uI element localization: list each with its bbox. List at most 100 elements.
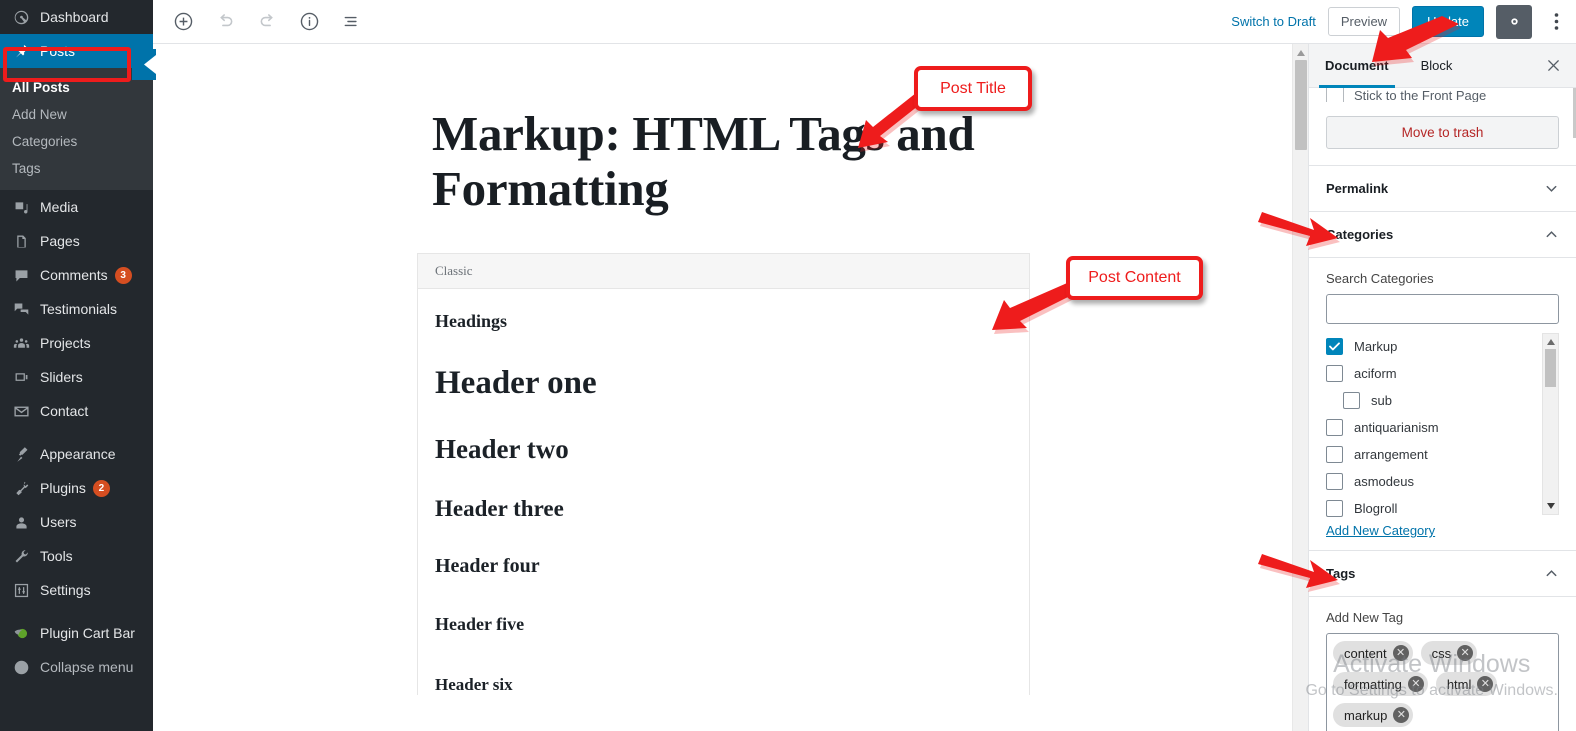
remove-tag-icon[interactable]: ✕ — [1477, 676, 1494, 692]
permalink-accordion[interactable]: Permalink — [1309, 166, 1576, 212]
search-categories-input[interactable] — [1326, 294, 1559, 324]
close-icon[interactable] — [1542, 55, 1564, 77]
redo-icon[interactable] — [251, 6, 283, 38]
search-categories-label: Search Categories — [1326, 271, 1434, 286]
submenu-item-all-posts[interactable]: All Posts — [0, 74, 153, 101]
category-checkbox-arrangement[interactable] — [1326, 446, 1343, 463]
remove-tag-icon[interactable]: ✕ — [1393, 707, 1410, 723]
sidebar-item-appearance[interactable]: Appearance — [0, 437, 153, 471]
classic-block[interactable]: Classic Headings Header one Header two H… — [417, 252, 1030, 695]
category-row-aciform[interactable]: aciform — [1326, 360, 1542, 387]
move-to-trash-button[interactable]: Move to trash — [1326, 116, 1559, 149]
gear-icon[interactable] — [1496, 4, 1532, 39]
projects-icon — [10, 333, 32, 353]
category-checkbox-sub[interactable] — [1343, 392, 1360, 409]
categories-scrollbar-thumb[interactable] — [1545, 349, 1556, 387]
stick-to-front-page-checkbox[interactable] — [1326, 88, 1344, 102]
tags-label: Tags — [1326, 566, 1356, 581]
sidebar-item-label: Plugins — [40, 480, 86, 496]
sidebar-item-contact[interactable]: Contact — [0, 394, 153, 428]
tab-document[interactable]: Document — [1309, 44, 1405, 88]
dashboard-icon — [10, 7, 32, 27]
sidebar-item-projects[interactable]: Projects — [0, 326, 153, 360]
sidebar-item-media[interactable]: Media — [0, 190, 153, 224]
add-new-tag-label: Add New Tag — [1326, 610, 1404, 625]
category-row-markup[interactable]: Markup — [1326, 333, 1542, 360]
category-checkbox-markup[interactable] — [1326, 338, 1343, 355]
categories-label: Categories — [1326, 227, 1394, 242]
categories-scroll-up-icon[interactable] — [1543, 336, 1558, 348]
remove-tag-icon[interactable]: ✕ — [1457, 645, 1474, 661]
sidebar-item-collapse-menu[interactable]: Collapse menu — [0, 650, 153, 684]
content-line-header-four: Header four — [435, 554, 540, 577]
tab-block[interactable]: Block — [1405, 44, 1469, 88]
tools-icon — [10, 546, 32, 566]
sidebar-item-tools[interactable]: Tools — [0, 539, 153, 573]
post-title-field[interactable]: Markup: HTML Tags and Formatting — [432, 106, 1032, 217]
categories-items: Markup aciform sub antiquarianism arrang… — [1326, 333, 1542, 517]
info-icon[interactable] — [293, 6, 325, 38]
editor-canvas[interactable]: Markup: HTML Tags and Formatting Classic… — [153, 44, 1292, 731]
tag-chip-formatting[interactable]: formatting ✕ — [1333, 672, 1428, 696]
sidebar-item-pages[interactable]: Pages — [0, 224, 153, 258]
update-button[interactable]: Update — [1412, 6, 1484, 37]
sidebar-item-posts[interactable]: Posts — [0, 34, 153, 68]
submenu-item-add-new[interactable]: Add New — [0, 101, 153, 128]
category-row-arrangement[interactable]: arrangement — [1326, 441, 1542, 468]
editor-scrollbar-thumb[interactable] — [1295, 60, 1307, 150]
sidebar-item-label: Pages — [40, 233, 80, 249]
tag-chip-markup[interactable]: markup ✕ — [1333, 703, 1414, 727]
categories-scroll-down-icon[interactable] — [1543, 500, 1558, 512]
permalink-label: Permalink — [1326, 181, 1389, 196]
sidebar-item-plugin-cart-bar[interactable]: Plugin Cart Bar — [0, 616, 153, 650]
submenu-item-tags[interactable]: Tags — [0, 155, 153, 182]
more-vertical-icon[interactable] — [1544, 5, 1568, 39]
sidebar-item-dashboard[interactable]: Dashboard — [0, 0, 153, 34]
category-row-antiquarianism[interactable]: antiquarianism — [1326, 414, 1542, 441]
editor-header: Switch to Draft Preview Update — [153, 0, 1576, 44]
sidebar-item-comments[interactable]: Comments 3 — [0, 258, 153, 292]
content-line-header-six: Header six — [435, 674, 513, 694]
tags-input-box[interactable]: content ✕ css ✕ formatting ✕ html ✕ mark… — [1326, 633, 1559, 731]
scroll-up-arrow-icon[interactable] — [1293, 46, 1308, 60]
add-block-icon[interactable] — [167, 6, 199, 38]
editor-scrollbar[interactable] — [1292, 44, 1308, 731]
sidebar-item-label: Collapse menu — [40, 659, 134, 675]
sidebar-item-label: Projects — [40, 335, 91, 351]
category-checkbox-blogroll[interactable] — [1326, 500, 1343, 517]
editor-region: Markup: HTML Tags and Formatting Classic… — [153, 44, 1308, 731]
tags-accordion[interactable]: Tags — [1309, 551, 1576, 597]
sidebar-item-testimonials[interactable]: Testimonials — [0, 292, 153, 326]
settings-icon — [10, 580, 32, 600]
stick-to-front-page-row[interactable]: Stick to the Front Page — [1309, 88, 1576, 102]
editor-header-actions: Switch to Draft Preview Update — [1231, 4, 1576, 39]
submenu-item-categories[interactable]: Categories — [0, 128, 153, 155]
tag-chip-css[interactable]: css ✕ — [1420, 641, 1478, 665]
category-checkbox-aciform[interactable] — [1326, 365, 1343, 382]
settings-sidebar: Document Block Stick to the Front Page M… — [1308, 44, 1576, 731]
categories-accordion[interactable]: Categories — [1309, 212, 1576, 258]
tag-chip-html[interactable]: html ✕ — [1435, 672, 1498, 696]
undo-icon[interactable] — [209, 6, 241, 38]
list-view-icon[interactable] — [335, 6, 367, 38]
category-row-sub[interactable]: sub — [1326, 387, 1542, 414]
classic-block-content[interactable]: Headings Header one Header two Header th… — [418, 289, 1029, 695]
remove-tag-icon[interactable]: ✕ — [1392, 645, 1409, 661]
preview-button[interactable]: Preview — [1327, 7, 1401, 36]
wordpress-block-editor: Dashboard Posts All Posts Add New Catego… — [0, 0, 1576, 731]
add-new-category-link[interactable]: Add New Category — [1326, 523, 1435, 538]
remove-tag-icon[interactable]: ✕ — [1407, 676, 1424, 692]
categories-scrollbar[interactable] — [1542, 333, 1559, 515]
sidebar-item-sliders[interactable]: Sliders — [0, 360, 153, 394]
category-checkbox-antiquarianism[interactable] — [1326, 419, 1343, 436]
category-checkbox-asmodeus[interactable] — [1326, 473, 1343, 490]
category-row-asmodeus[interactable]: asmodeus — [1326, 468, 1542, 495]
tag-chip-content[interactable]: content ✕ — [1333, 641, 1413, 665]
sidebar-item-plugins[interactable]: Plugins 2 — [0, 471, 153, 505]
sidebar-item-users[interactable]: Users — [0, 505, 153, 539]
category-row-blogroll[interactable]: Blogroll — [1326, 495, 1542, 522]
sidebar-item-settings[interactable]: Settings — [0, 573, 153, 607]
switch-to-draft-link[interactable]: Switch to Draft — [1231, 14, 1316, 29]
editor-toolbar — [167, 6, 367, 38]
sidebar-item-label: Contact — [40, 403, 89, 419]
